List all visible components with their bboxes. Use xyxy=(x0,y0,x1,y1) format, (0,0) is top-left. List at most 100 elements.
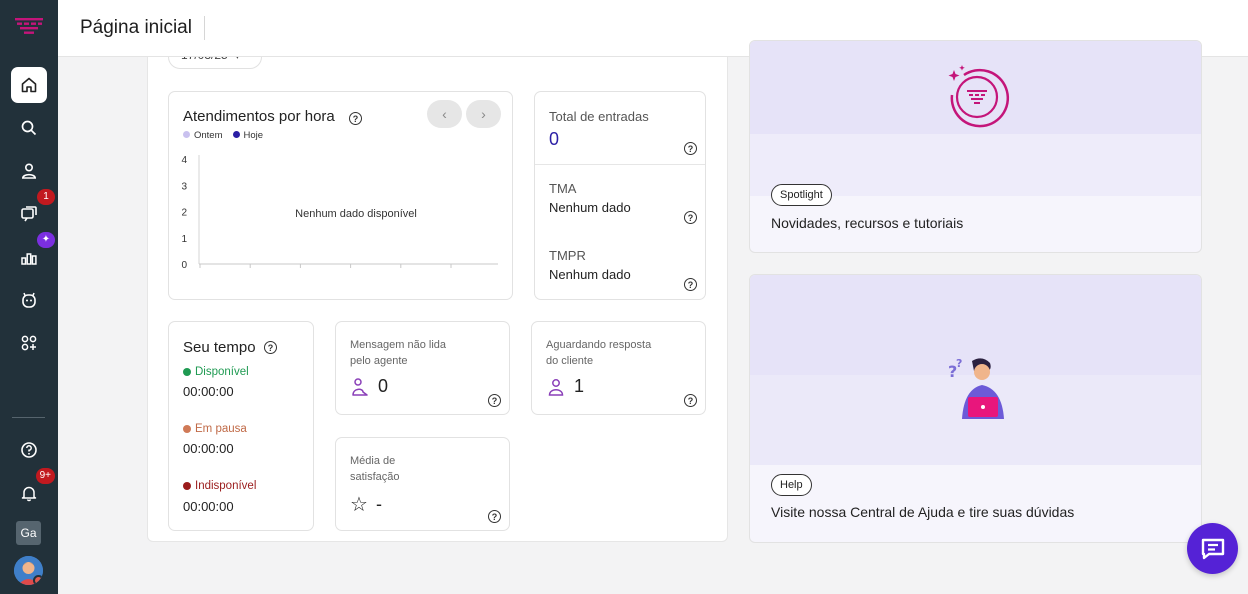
chat-bubble-icon xyxy=(1201,538,1224,559)
spotlight-logo-icon xyxy=(948,65,1010,128)
brand-logo xyxy=(15,18,43,34)
satisfaction-label: Média de satisfação xyxy=(350,455,400,483)
legend-swatch-ontem xyxy=(183,131,190,138)
seu-tempo-help-icon[interactable]: ? xyxy=(264,341,277,354)
tmpr-label: TMPR xyxy=(549,248,586,263)
chat-icon xyxy=(21,206,37,222)
spotlight-tag: Spotlight xyxy=(771,184,832,206)
status-label-unavailable: Indisponível xyxy=(195,480,257,492)
header-divider xyxy=(204,16,205,40)
unread-messages-value: 0 xyxy=(378,376,389,396)
sidebar: 1 ✦ 9+ Ga xyxy=(0,0,58,594)
home-icon xyxy=(21,77,37,93)
search-icon xyxy=(21,120,37,136)
sidebar-item-home[interactable] xyxy=(11,67,47,103)
satisfaction-value: - xyxy=(375,494,382,514)
bar-chart-icon xyxy=(21,253,37,265)
customer-icon xyxy=(548,378,564,396)
chart-help-icon[interactable]: ? xyxy=(349,112,362,125)
chart-next-button[interactable]: › xyxy=(466,100,501,128)
status-dot-unavailable xyxy=(183,482,191,490)
workspace-button[interactable]: Ga xyxy=(16,521,41,545)
y-tick-label: 1 xyxy=(181,234,187,245)
help-circle-icon xyxy=(21,442,37,458)
status-label-available: Disponível xyxy=(195,366,249,378)
status-time-available: 00:00:00 xyxy=(183,384,234,399)
waiting-customer-help-icon[interactable]: ? xyxy=(684,394,697,407)
chart-title: Atendimentos por hora xyxy=(183,108,335,125)
spotlight-text: Novidades, recursos e tutoriais xyxy=(771,215,964,231)
status-time-unavailable: 00:00:00 xyxy=(183,499,234,514)
sidebar-divider xyxy=(12,417,45,418)
chart-legend: Ontem Hoje xyxy=(183,130,263,141)
svg-text:?: ? xyxy=(956,357,962,370)
y-tick-label: 4 xyxy=(181,155,187,166)
unread-messages-label: Mensagem não lida pelo agente xyxy=(350,339,447,367)
status-paused: Em pausa xyxy=(183,423,247,435)
help-tag: Help xyxy=(771,474,812,496)
sidebar-item-bots[interactable] xyxy=(11,282,47,318)
sidebar-item-contacts[interactable] xyxy=(11,153,47,189)
unread-messages-help-icon[interactable]: ? xyxy=(488,394,501,407)
total-entries-help-icon[interactable]: ? xyxy=(684,142,697,155)
legend-item-ontem: Ontem xyxy=(183,130,223,141)
notifications-badge: 9+ xyxy=(35,468,55,484)
tma-value: Nenhum dado xyxy=(549,200,631,215)
conversations-badge: 1 xyxy=(37,189,55,205)
help-center-card[interactable]: ? ? Help Visite nossa Central de Ajuda e… xyxy=(749,274,1202,543)
waiting-customer-value: 1 xyxy=(574,376,585,396)
status-dot-available xyxy=(183,368,191,376)
y-tick-label: 3 xyxy=(181,181,187,192)
unread-messages-card: Mensagem não lida pelo agente 0 ? xyxy=(335,321,510,415)
help-text: Visite nossa Central de Ajuda e tire sua… xyxy=(771,504,1075,520)
agent-icon xyxy=(352,377,368,396)
legend-item-hoje: Hoje xyxy=(232,130,264,141)
bell-icon xyxy=(21,486,37,502)
y-tick-label: 0 xyxy=(181,260,187,271)
sidebar-item-apps[interactable] xyxy=(11,325,47,361)
y-tick-label: 2 xyxy=(181,208,187,219)
bot-icon xyxy=(22,292,36,308)
legend-swatch-hoje xyxy=(232,131,240,138)
reports-sparkle-badge: ✦ xyxy=(37,232,55,248)
waiting-customer-label: Aguardando resposta do cliente xyxy=(546,339,652,367)
tmpr-value: Nenhum dado xyxy=(549,267,631,282)
sidebar-item-help[interactable] xyxy=(11,432,47,468)
chart-prev-button[interactable]: ‹ xyxy=(427,100,462,128)
seu-tempo-title: Seu tempo xyxy=(183,339,256,356)
status-unavailable: Indisponível xyxy=(183,480,256,492)
user-icon xyxy=(21,163,37,179)
total-entries-value: 0 xyxy=(549,129,560,149)
status-dot-paused xyxy=(183,425,191,433)
waiting-customer-card: Aguardando resposta do cliente 1 ? xyxy=(531,321,706,415)
satisfaction-card: Média de satisfação ☆ - ? xyxy=(335,437,510,531)
total-entries-label: Total de entradas xyxy=(549,109,649,124)
support-agent-illustration: ? ? xyxy=(948,357,1004,419)
tma-label: TMA xyxy=(549,181,577,196)
chat-support-button[interactable] xyxy=(1187,523,1238,574)
waiting-customer-metric: 1 xyxy=(546,376,584,397)
star-icon: ☆ xyxy=(350,494,368,516)
apps-icon xyxy=(21,335,37,351)
status-time-paused: 00:00:00 xyxy=(183,441,234,456)
legend-label-hoje: Hoje xyxy=(243,130,264,141)
sidebar-item-conversations[interactable]: 1 xyxy=(11,189,55,232)
chart-card: Atendimentos por hora ? Ontem Hoje ‹ › 4… xyxy=(168,91,513,300)
chart-empty-message: Nenhum dado disponível xyxy=(295,208,417,220)
status-available: Disponível xyxy=(183,366,249,378)
sidebar-item-notifications[interactable]: 9+ xyxy=(11,468,55,511)
avatar[interactable] xyxy=(14,556,43,585)
stats-divider xyxy=(535,164,705,165)
unread-messages-metric: 0 xyxy=(350,376,388,397)
page-title: Página inicial xyxy=(80,17,192,38)
legend-label-ontem: Ontem xyxy=(194,130,223,141)
sidebar-item-search[interactable] xyxy=(11,110,47,146)
stats-card: Total de entradas 0 ? TMA Nenhum dado ? … xyxy=(534,91,706,300)
tma-help-icon[interactable]: ? xyxy=(684,211,697,224)
sidebar-item-reports[interactable]: ✦ xyxy=(11,232,55,275)
satisfaction-metric: ☆ - xyxy=(350,492,382,517)
tmpr-help-icon[interactable]: ? xyxy=(684,278,697,291)
spotlight-card[interactable]: Spotlight Novidades, recursos e tutoriai… xyxy=(749,40,1202,253)
satisfaction-help-icon[interactable]: ? xyxy=(488,510,501,523)
seu-tempo-card: Seu tempo ? Disponível 00:00:00 Em pausa… xyxy=(168,321,314,531)
